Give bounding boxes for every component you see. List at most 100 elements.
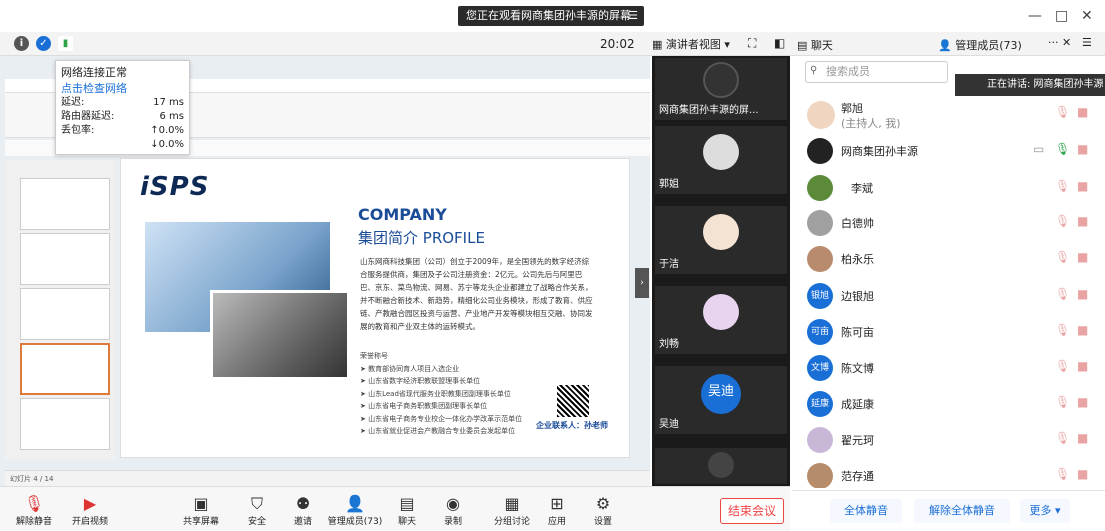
mic-muted-icon[interactable]: 🎙 bbox=[1055, 179, 1070, 193]
scroll-down-icon[interactable] bbox=[708, 452, 734, 478]
member-item[interactable]: 网商集团孙丰源 ▭ 🎙 ■ bbox=[805, 135, 1100, 171]
packet-loss-label: 丢包率: bbox=[61, 125, 95, 136]
members-footer: 全体静音 解除全体静音 更多 ▾ bbox=[792, 490, 1105, 531]
record-button[interactable]: ◉ 录制 bbox=[423, 494, 483, 527]
slide-thumbnail[interactable] bbox=[20, 233, 110, 285]
member-item[interactable]: 银旭 边银旭 🎙 ■ bbox=[805, 280, 1100, 316]
check-network-link[interactable]: 点击检查网络 bbox=[61, 80, 184, 96]
speaker-view-button[interactable]: ▦ 演讲者视图 ▾ bbox=[652, 36, 730, 52]
panel-more-icon[interactable]: ··· ✕ bbox=[1048, 36, 1071, 49]
member-name: 边银旭 bbox=[841, 290, 874, 303]
mic-muted-icon[interactable]: 🎙 bbox=[1055, 250, 1070, 264]
member-name: 陈可亩 bbox=[841, 326, 874, 339]
mic-on-icon[interactable]: 🎙 bbox=[1055, 142, 1070, 156]
member-item[interactable]: 翟元珂 🎙 ■ bbox=[805, 424, 1100, 460]
minimize-button[interactable]: — bbox=[1028, 8, 1042, 24]
avatar: 吴迪 bbox=[701, 374, 741, 414]
mic-muted-icon[interactable]: 🎙 bbox=[1055, 395, 1070, 409]
menu-icon[interactable]: ☰ bbox=[628, 6, 638, 26]
invite-button[interactable]: ⚉ 邀请 bbox=[273, 494, 333, 527]
mic-muted-icon[interactable]: 🎙 bbox=[1055, 431, 1070, 445]
mic-muted-icon[interactable]: 🎙 bbox=[1055, 214, 1070, 228]
member-item[interactable]: 可亩 陈可亩 🎙 ■ bbox=[805, 316, 1100, 352]
tab-chat-label: 聊天 bbox=[810, 39, 833, 52]
settings-button[interactable]: ⚙ 设置 bbox=[573, 494, 633, 527]
member-name: 翟元珂 bbox=[841, 434, 874, 447]
video-tile[interactable]: 吴迪 吴迪 bbox=[655, 366, 787, 434]
member-item[interactable]: 范存通 🎙 ■ bbox=[805, 460, 1100, 488]
member-item[interactable]: 白德帅 🎙 ■ bbox=[805, 207, 1100, 243]
close-button[interactable]: ✕ bbox=[1081, 8, 1093, 24]
signal-icon[interactable]: ▮ bbox=[58, 36, 73, 51]
avatar bbox=[807, 246, 833, 272]
camera-off-icon[interactable]: ■ bbox=[1077, 214, 1088, 228]
unmute-button[interactable]: 🎙 解除静音 bbox=[4, 494, 64, 527]
screen-share-icon: ▭ bbox=[1033, 142, 1045, 156]
camera-off-icon[interactable]: ■ bbox=[1077, 323, 1088, 337]
camera-off-icon[interactable]: ■ bbox=[1077, 359, 1088, 373]
tab-members[interactable]: 👤 管理成员(73) bbox=[938, 37, 1022, 53]
share-screen-label: 共享屏幕 bbox=[182, 517, 219, 527]
member-name: 李斌 bbox=[851, 182, 873, 195]
honor-item: ➤ 山东Lead省现代服务业职教集团副理事长单位 bbox=[360, 389, 511, 398]
video-tile[interactable]: 网商集团孙丰源的屏... bbox=[655, 58, 787, 120]
honor-item-text: 山东省电子商务专业校企一体化办学改革示范单位 bbox=[368, 414, 523, 423]
video-tile[interactable]: 于洁 bbox=[655, 206, 787, 274]
camera-off-icon[interactable]: ■ bbox=[1077, 105, 1088, 119]
mute-all-button[interactable]: 全体静音 bbox=[830, 499, 902, 523]
router-latency-label: 路由器延迟: bbox=[61, 111, 115, 122]
fullscreen-icon[interactable]: ⛶ bbox=[748, 36, 756, 51]
video-tile[interactable]: 郭姐 bbox=[655, 126, 787, 194]
member-item[interactable]: 延康 成延康 🎙 ■ bbox=[805, 388, 1100, 424]
start-video-button[interactable]: ▶ 开启视频 bbox=[60, 494, 120, 527]
mic-muted-icon[interactable]: 🎙 bbox=[1055, 105, 1070, 119]
video-name: 吴迪 bbox=[659, 419, 679, 430]
member-item[interactable]: 李斌 🎙 ■ bbox=[805, 172, 1100, 208]
slide-profile-title: 集团简介 PROFILE bbox=[358, 229, 485, 247]
slide-intro: 山东网商科技集团（公司）创立于2009年，是全国领先的数字经济综合服务提供商，集… bbox=[360, 257, 593, 331]
member-item[interactable]: 郭旭 (主持人, 我) 🎙 ■ bbox=[805, 98, 1100, 134]
member-item[interactable]: 文博 陈文博 🎙 ■ bbox=[805, 352, 1100, 388]
mic-muted-icon[interactable]: 🎙 bbox=[1055, 323, 1070, 337]
slide-thumbnail-selected[interactable] bbox=[20, 343, 110, 395]
end-meeting-button[interactable]: 结束会议 bbox=[720, 498, 784, 524]
meeting-time: 20:02 bbox=[600, 37, 635, 51]
share-screen-button[interactable]: ▣ 共享屏幕 bbox=[171, 494, 231, 527]
avatar bbox=[807, 175, 833, 201]
layout-icon[interactable]: ◧ bbox=[774, 36, 785, 50]
slide-thumbnail[interactable] bbox=[20, 398, 110, 450]
member-item[interactable]: 柏永乐 🎙 ■ bbox=[805, 243, 1100, 279]
manage-members-button[interactable]: 👤 管理成员(73) bbox=[325, 494, 385, 527]
camera-off-icon[interactable]: ■ bbox=[1077, 467, 1088, 481]
member-name: 陈文博 bbox=[841, 362, 874, 375]
mic-muted-icon[interactable]: 🎙 bbox=[1055, 287, 1070, 301]
avatar: 银旭 bbox=[807, 283, 833, 309]
slide-thumbnail[interactable] bbox=[20, 178, 110, 230]
unmute-all-button[interactable]: 解除全体静音 bbox=[914, 499, 1010, 523]
camera-off-icon[interactable]: ■ bbox=[1077, 431, 1088, 445]
panel-menu-icon[interactable]: ☰ bbox=[1082, 36, 1092, 49]
video-tile[interactable]: 刘畅 bbox=[655, 286, 787, 354]
avatar bbox=[807, 210, 833, 236]
collapse-videos-button[interactable]: › bbox=[635, 268, 649, 298]
shield-icon[interactable]: ✓ bbox=[36, 36, 51, 51]
camera-off-icon[interactable]: ■ bbox=[1077, 179, 1088, 193]
office-image bbox=[210, 290, 350, 380]
search-input[interactable]: 搜索成员 bbox=[805, 61, 948, 83]
info-icon[interactable]: i bbox=[14, 36, 29, 51]
camera-off-icon[interactable]: ■ bbox=[1077, 250, 1088, 264]
more-button[interactable]: 更多 ▾ bbox=[1020, 499, 1070, 523]
camera-off-icon[interactable]: ■ bbox=[1077, 287, 1088, 301]
video-tile[interactable] bbox=[655, 448, 787, 484]
mic-muted-icon[interactable]: 🎙 bbox=[1055, 359, 1070, 373]
network-status-tooltip: 网络连接正常 点击检查网络 延迟: 17 ms 路由器延迟: 6 ms 丢包率: ↑0… bbox=[55, 60, 190, 155]
slide-thumbnail[interactable] bbox=[20, 288, 110, 340]
member-name: 成延康 bbox=[841, 398, 874, 411]
camera-off-icon[interactable]: ■ bbox=[1077, 395, 1088, 409]
camera-off-icon[interactable]: ■ bbox=[1077, 142, 1088, 156]
speaker-view-label: 演讲者视图 bbox=[665, 38, 721, 51]
maximize-button[interactable]: □ bbox=[1055, 8, 1068, 24]
tab-chat[interactable]: ▤ 聊天 bbox=[797, 37, 833, 53]
mic-muted-icon[interactable]: 🎙 bbox=[1055, 467, 1070, 481]
settings-label: 设置 bbox=[593, 517, 612, 527]
